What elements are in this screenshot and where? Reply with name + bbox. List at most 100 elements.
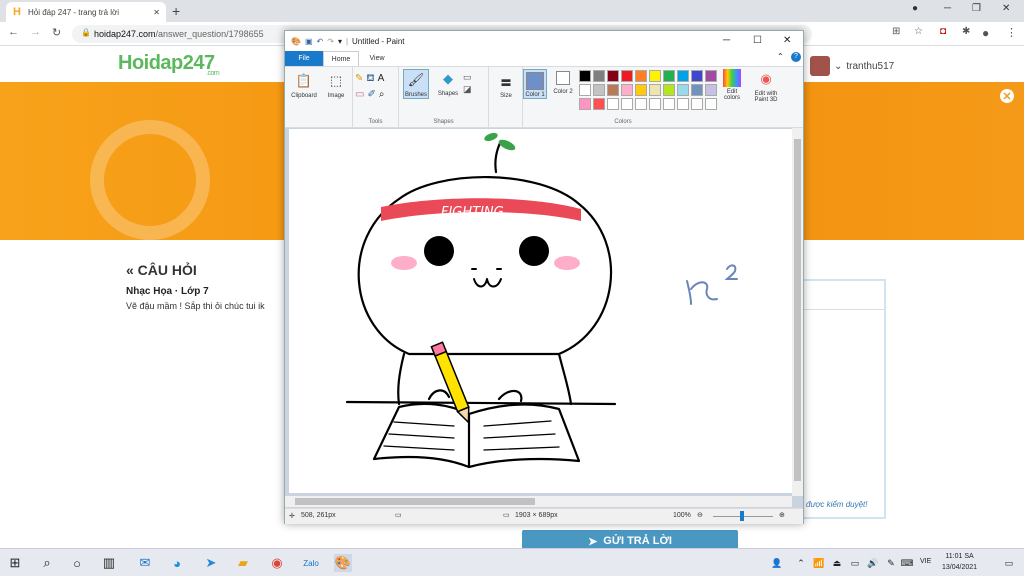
ribbon-collapse-icon[interactable]: ⌃ xyxy=(777,52,784,61)
outline-fill-icons[interactable]: ▭ ◪ xyxy=(463,71,472,95)
maximize-button[interactable]: ❐ xyxy=(972,3,981,14)
shapes-button[interactable]: ◆ Shapes xyxy=(433,69,463,97)
bookmark-star-icon[interactable]: ☆ xyxy=(914,26,923,37)
answer-editor[interactable] xyxy=(804,279,886,519)
tab-view[interactable]: View xyxy=(359,51,395,66)
image-button[interactable]: ⬚ Image xyxy=(321,71,351,99)
palette-swatch[interactable] xyxy=(593,98,605,110)
tools-icons-row2[interactable]: ▭✐⌕ xyxy=(355,89,387,100)
banner-close-button[interactable]: ✕ xyxy=(1000,89,1014,103)
back-arrow-icon[interactable]: ← xyxy=(8,26,19,38)
system-clock[interactable]: 11:01 SA 13/04/2021 xyxy=(942,551,977,573)
menu-file[interactable]: File xyxy=(285,51,323,66)
quick-access-chevron-icon[interactable]: ▾ xyxy=(338,37,342,46)
palette-swatch[interactable] xyxy=(607,70,619,82)
palette-swatch[interactable] xyxy=(607,98,619,110)
edge-icon[interactable]: ◕ xyxy=(168,554,186,572)
palette-swatch[interactable] xyxy=(635,70,647,82)
site-logo[interactable]: Hoidap247 .com xyxy=(118,52,220,77)
palette-swatch[interactable] xyxy=(705,70,717,82)
palette-swatch[interactable] xyxy=(649,98,661,110)
paint-window[interactable]: 🎨 ▣ ↶ ↷ ▾ | Untitled - Paint ─ ☐ ✕ File … xyxy=(284,30,804,524)
extension-icon[interactable]: ◘ xyxy=(940,26,946,37)
mail-icon[interactable]: ✉ xyxy=(136,554,154,572)
reload-icon[interactable]: ↻ xyxy=(52,26,61,39)
color2-button[interactable]: Color 2 xyxy=(551,71,575,95)
paint-close-button[interactable]: ✕ xyxy=(783,35,791,46)
palette-swatch[interactable] xyxy=(663,98,675,110)
palette-swatch[interactable] xyxy=(621,84,633,96)
palette-swatch[interactable] xyxy=(691,70,703,82)
people-icon[interactable]: 👤 xyxy=(768,554,786,572)
palette-swatch[interactable] xyxy=(635,84,647,96)
profile-icon[interactable]: ● xyxy=(982,26,989,40)
task-view-icon[interactable]: ▥ xyxy=(100,554,118,572)
vertical-scroll-thumb[interactable] xyxy=(794,139,801,481)
volume-icon[interactable]: 🔊 xyxy=(864,554,882,572)
palette-swatch[interactable] xyxy=(593,84,605,96)
tab-close-icon[interactable]: ✕ xyxy=(153,8,160,17)
paint-minimize-button[interactable]: ─ xyxy=(723,35,730,46)
zalo-icon[interactable]: Zalo xyxy=(302,554,320,572)
palette-swatch[interactable] xyxy=(593,70,605,82)
palette-swatch[interactable] xyxy=(677,98,689,110)
telegram-icon[interactable]: ➤ xyxy=(202,554,220,572)
palette-swatch[interactable] xyxy=(705,98,717,110)
network-icon[interactable]: 📶 xyxy=(810,554,828,572)
palette-swatch[interactable] xyxy=(607,84,619,96)
forward-arrow-icon[interactable]: → xyxy=(30,26,41,38)
close-window-button[interactable]: ✕ xyxy=(1002,3,1010,14)
paint-maximize-button[interactable]: ☐ xyxy=(753,35,762,46)
palette-swatch[interactable] xyxy=(579,98,591,110)
redo-icon[interactable]: ↷ xyxy=(327,37,334,46)
help-icon[interactable]: ? xyxy=(791,52,801,62)
battery-icon[interactable]: ▭ xyxy=(846,554,864,572)
cortana-icon[interactable]: ○ xyxy=(68,554,86,572)
edit-paint3d-button[interactable]: ◉ Edit with Paint 3D xyxy=(749,69,783,103)
question-heading[interactable]: « CÂU HỎI xyxy=(126,262,197,278)
file-explorer-icon[interactable]: ▰ xyxy=(234,554,252,572)
tools-icons[interactable]: ✎⛾A xyxy=(355,73,387,86)
keyboard-icon[interactable]: ⌨ xyxy=(898,554,916,572)
horizontal-scroll-thumb[interactable] xyxy=(295,498,535,505)
color1-button[interactable]: Color 1 xyxy=(523,69,547,99)
zoom-in-button[interactable]: ⊕ xyxy=(779,511,785,519)
puzzle-extensions-icon[interactable]: ✱ xyxy=(962,26,970,37)
tab-search-icon[interactable]: ● xyxy=(912,3,918,14)
size-button[interactable]: ▬ ▬ Size xyxy=(493,71,519,100)
palette-swatch[interactable] xyxy=(621,98,633,110)
windows-start-icon[interactable]: ⊞ xyxy=(6,554,24,572)
translate-icon[interactable]: ⊞ xyxy=(892,26,900,37)
minimize-button[interactable]: ─ xyxy=(944,3,951,14)
menu-dots-icon[interactable]: ⋮ xyxy=(1006,26,1017,39)
new-tab-button[interactable]: + xyxy=(172,3,180,19)
notifications-icon[interactable]: ▭ xyxy=(1000,554,1018,572)
palette-swatch[interactable] xyxy=(579,84,591,96)
edit-colors-button[interactable]: Edit colors xyxy=(719,69,745,101)
input-language[interactable]: VIE xyxy=(920,558,931,565)
palette-swatch[interactable] xyxy=(691,98,703,110)
palette-swatch[interactable] xyxy=(705,84,717,96)
undo-icon[interactable]: ↶ xyxy=(317,37,324,46)
palette-swatch[interactable] xyxy=(677,84,689,96)
palette-swatch[interactable] xyxy=(663,70,675,82)
palette-swatch[interactable] xyxy=(649,70,661,82)
palette-swatch[interactable] xyxy=(579,70,591,82)
zoom-out-button[interactable]: ⊖ xyxy=(697,511,703,519)
tray-chevron-icon[interactable]: ⌃ xyxy=(792,554,810,572)
usb-icon[interactable]: ⏏ xyxy=(828,554,846,572)
save-icon[interactable]: ▣ xyxy=(305,37,313,46)
palette-swatch[interactable] xyxy=(635,98,647,110)
palette-swatch[interactable] xyxy=(691,84,703,96)
drawing-canvas[interactable]: FIGHTING xyxy=(289,129,792,493)
browser-tab[interactable]: H Hỏi đáp 247 - trang trả lời ✕ xyxy=(6,2,166,22)
palette-swatch[interactable] xyxy=(621,70,633,82)
clipboard-button[interactable]: 📋 Clipboard xyxy=(289,71,319,99)
palette-swatch[interactable] xyxy=(649,84,661,96)
zoom-slider-thumb[interactable] xyxy=(740,511,744,521)
paint-taskbar-icon[interactable]: 🎨 xyxy=(334,554,352,572)
chrome-icon[interactable]: ◉ xyxy=(268,554,286,572)
search-icon[interactable]: ⌕ xyxy=(38,554,56,572)
tab-home[interactable]: Home xyxy=(323,51,359,66)
palette-swatch[interactable] xyxy=(663,84,675,96)
